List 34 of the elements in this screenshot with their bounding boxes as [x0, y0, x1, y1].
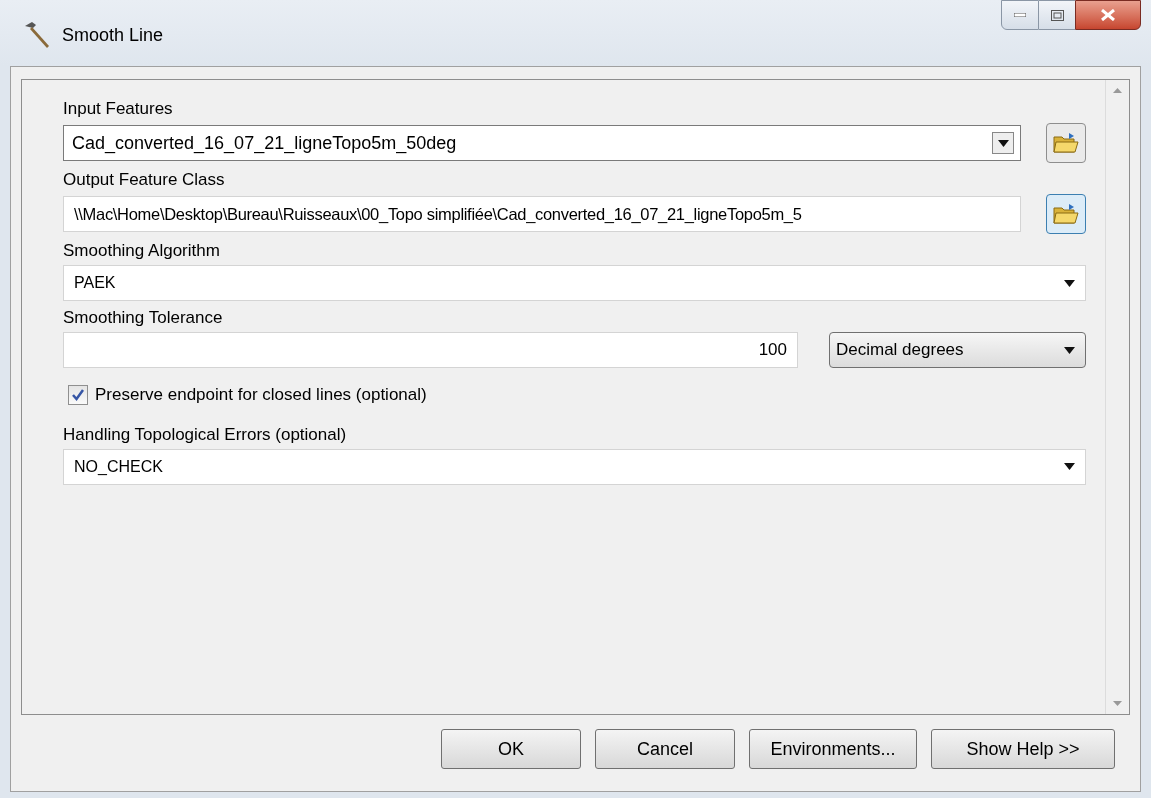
- browse-button[interactable]: [1046, 123, 1086, 163]
- maximize-button[interactable]: [1039, 0, 1075, 30]
- maximize-icon: [1050, 9, 1064, 21]
- window-title: Smooth Line: [62, 23, 164, 47]
- scroll-down-icon: [1113, 701, 1122, 706]
- folder-icon: [1053, 132, 1079, 154]
- dialog-button[interactable]: Environments...: [749, 729, 917, 769]
- parameter-label: Smoothing Algorithm: [63, 240, 221, 262]
- close-icon: [1101, 9, 1115, 21]
- dropdown-arrow-icon: [1064, 346, 1075, 354]
- path-field[interactable]: \\Mac\Home\Desktop\Bureau\Ruisseaux\00_Topo simplifiée\Cad_converted_16_07_21_ligneTopo5m_5: [63, 196, 1021, 232]
- input-combo-box[interactable]: Cad_converted_16_07_21_ligneTopo5m_50deg: [63, 125, 1021, 161]
- dialog-button[interactable]: Cancel: [595, 729, 735, 769]
- checkmark-icon: [71, 387, 85, 402]
- parameter-label: Output Feature Class: [63, 169, 226, 191]
- parameter-label: Smoothing Tolerance: [63, 307, 224, 329]
- dialog-button[interactable]: Show Help >>: [931, 729, 1115, 769]
- folder-icon: [1053, 203, 1079, 225]
- checkbox[interactable]: [68, 384, 88, 405]
- dialog-button[interactable]: OK: [441, 729, 581, 769]
- dropdown-arrow-icon: [1064, 463, 1075, 470]
- number-field[interactable]: 100: [63, 332, 798, 368]
- minimize-icon: [1014, 13, 1026, 17]
- dropdown-field[interactable]: PAEK: [63, 265, 1086, 301]
- parameter-label: Handling Topological Errors (optional): [63, 423, 348, 446]
- unit-dropdown[interactable]: Decimal degrees: [829, 332, 1086, 368]
- dropdown-arrow-icon: [1064, 279, 1075, 287]
- checkbox-label: Preserve endpoint for closed lines (optional): [95, 384, 427, 406]
- close-button[interactable]: [1075, 0, 1141, 30]
- scroll-up-icon: [1113, 88, 1122, 93]
- dropdown-field[interactable]: NO_CHECK: [63, 448, 1086, 485]
- dropdown-arrow-icon: [997, 139, 1009, 147]
- browse-button[interactable]: [1046, 194, 1086, 234]
- parameter-label: Input Features: [63, 98, 174, 120]
